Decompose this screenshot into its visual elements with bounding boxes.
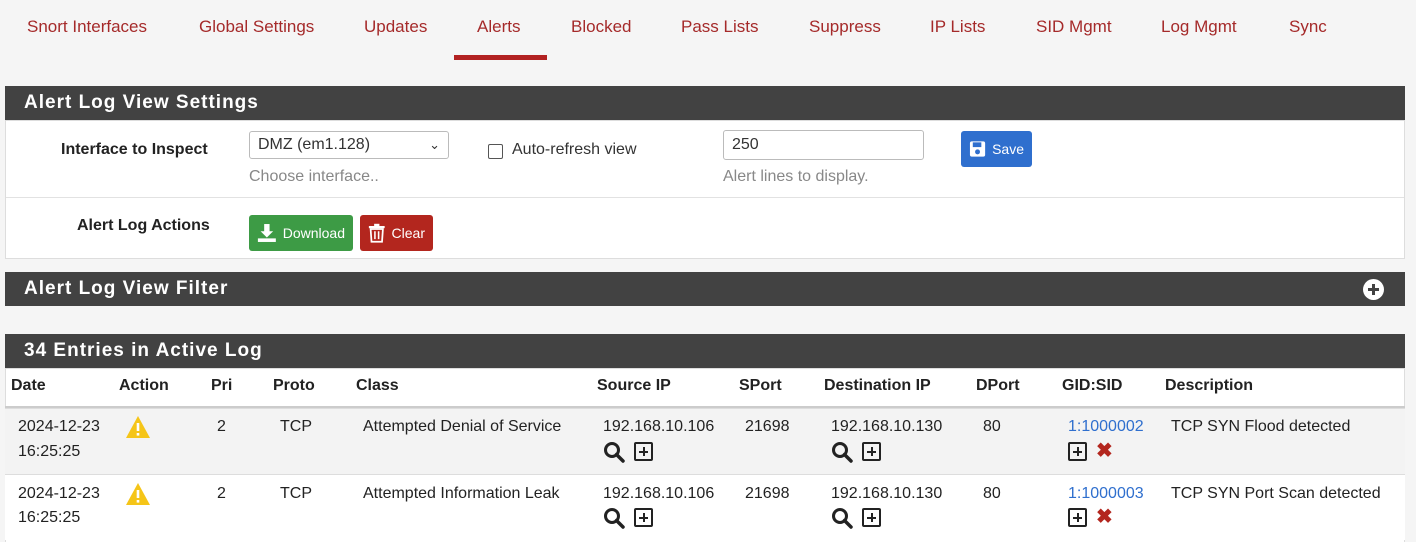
col-proto[interactable]: Proto bbox=[273, 377, 315, 395]
box-plus-icon[interactable] bbox=[1068, 442, 1087, 461]
tab-pass-lists[interactable]: Pass Lists bbox=[681, 17, 758, 37]
actions-label: Alert Log Actions bbox=[77, 217, 210, 234]
row2-time: 16:25:25 bbox=[18, 509, 81, 526]
row1-date: 2024-12-23 bbox=[18, 418, 100, 435]
log-panel-header: 34 Entries in Active Log bbox=[5, 334, 1405, 368]
col-sport[interactable]: SPort bbox=[739, 377, 782, 395]
magnifier-icon[interactable] bbox=[603, 441, 625, 463]
row2-sport: 21698 bbox=[745, 485, 790, 502]
row2-dport: 80 bbox=[983, 485, 1001, 502]
row2-source-ip: 192.168.10.106 bbox=[603, 485, 715, 502]
download-label: Download bbox=[282, 225, 345, 241]
col-dport[interactable]: DPort bbox=[976, 377, 1020, 395]
auto-refresh-label[interactable]: Auto-refresh view bbox=[512, 141, 637, 159]
row2-destination-ip: 192.168.10.130 bbox=[831, 485, 943, 502]
tab-sid-mgmt[interactable]: SID Mgmt bbox=[1036, 17, 1112, 37]
row1-sport: 21698 bbox=[745, 418, 790, 435]
tab-bar: Snort Interfaces Global Settings Updates… bbox=[0, 0, 1416, 62]
interface-select-value: DMZ (em1.128) bbox=[258, 136, 371, 153]
row1-gid-sid-link[interactable]: 1:1000002 bbox=[1068, 418, 1144, 436]
chevron-down-icon: ⌄ bbox=[429, 137, 440, 152]
row2-pri: 2 bbox=[217, 485, 226, 502]
row2-gid-sid-link[interactable]: 1:1000003 bbox=[1068, 485, 1144, 503]
row1-destination-ip: 192.168.10.130 bbox=[831, 418, 943, 435]
tab-log-mgmt[interactable]: Log Mgmt bbox=[1161, 17, 1237, 37]
auto-refresh-checkbox[interactable] bbox=[488, 144, 503, 159]
warning-icon bbox=[126, 483, 150, 505]
row1-class: Attempted Denial of Service bbox=[363, 418, 562, 435]
divider bbox=[6, 197, 1404, 198]
x-icon[interactable]: ✖ bbox=[1096, 441, 1113, 461]
magnifier-icon[interactable] bbox=[831, 441, 853, 463]
active-tab-indicator bbox=[454, 55, 547, 60]
box-plus-icon[interactable] bbox=[862, 442, 881, 461]
tab-suppress[interactable]: Suppress bbox=[809, 17, 881, 37]
tab-ip-lists[interactable]: IP Lists bbox=[930, 17, 985, 37]
row2-proto: TCP bbox=[280, 485, 312, 502]
x-icon[interactable]: ✖ bbox=[1096, 507, 1113, 527]
table-row bbox=[5, 474, 1405, 540]
col-date[interactable]: Date bbox=[11, 377, 46, 395]
save-button[interactable]: Save bbox=[961, 131, 1032, 167]
plus-circle-icon[interactable] bbox=[1363, 279, 1384, 300]
filter-panel-header[interactable]: Alert Log View Filter bbox=[5, 272, 1405, 306]
alert-lines-input[interactable]: 250 bbox=[723, 130, 924, 160]
floppy-disk-icon bbox=[969, 141, 986, 157]
tab-sync[interactable]: Sync bbox=[1289, 17, 1327, 37]
download-button[interactable]: Download bbox=[249, 215, 353, 251]
col-action[interactable]: Action bbox=[119, 377, 169, 395]
row2-description: TCP SYN Port Scan detected bbox=[1171, 485, 1381, 502]
magnifier-icon[interactable] bbox=[831, 507, 853, 529]
box-plus-icon[interactable] bbox=[862, 508, 881, 527]
box-plus-icon[interactable] bbox=[634, 442, 653, 461]
row1-pri: 2 bbox=[217, 418, 226, 435]
row1-description: TCP SYN Flood detected bbox=[1171, 418, 1351, 435]
interface-help: Choose interface.. bbox=[249, 168, 379, 185]
tab-snort-interfaces[interactable]: Snort Interfaces bbox=[27, 17, 147, 37]
filter-panel-title: Alert Log View Filter bbox=[24, 278, 229, 299]
save-label: Save bbox=[992, 141, 1024, 157]
row1-time: 16:25:25 bbox=[18, 443, 81, 460]
row2-class: Attempted Information Leak bbox=[363, 485, 560, 502]
row1-source-ip: 192.168.10.106 bbox=[603, 418, 715, 435]
col-source-ip[interactable]: Source IP bbox=[597, 377, 671, 395]
trash-icon bbox=[368, 223, 385, 243]
tab-updates[interactable]: Updates bbox=[364, 17, 427, 37]
row1-dport: 80 bbox=[983, 418, 1001, 435]
col-destination-ip[interactable]: Destination IP bbox=[824, 377, 931, 395]
box-plus-icon[interactable] bbox=[1068, 508, 1087, 527]
col-gid-sid[interactable]: GID:SID bbox=[1062, 377, 1122, 395]
download-icon bbox=[257, 224, 276, 242]
tab-alerts[interactable]: Alerts bbox=[477, 17, 520, 37]
magnifier-icon[interactable] bbox=[603, 507, 625, 529]
alert-lines-help: Alert lines to display. bbox=[723, 168, 869, 185]
warning-icon bbox=[126, 416, 150, 438]
log-panel-title: 34 Entries in Active Log bbox=[24, 340, 263, 361]
row1-proto: TCP bbox=[280, 418, 312, 435]
tab-global-settings[interactable]: Global Settings bbox=[199, 17, 314, 37]
tab-blocked[interactable]: Blocked bbox=[571, 17, 631, 37]
col-class[interactable]: Class bbox=[356, 377, 399, 395]
box-plus-icon[interactable] bbox=[634, 508, 653, 527]
alert-lines-value: 250 bbox=[732, 136, 759, 153]
col-pri[interactable]: Pri bbox=[211, 377, 232, 395]
clear-button[interactable]: Clear bbox=[360, 215, 433, 251]
interface-label: Interface to Inspect bbox=[61, 141, 208, 158]
settings-panel-title: Alert Log View Settings bbox=[24, 92, 259, 113]
settings-panel-header: Alert Log View Settings bbox=[5, 86, 1405, 120]
col-description[interactable]: Description bbox=[1165, 377, 1253, 395]
clear-label: Clear bbox=[391, 225, 425, 241]
row2-date: 2024-12-23 bbox=[18, 485, 100, 502]
interface-select[interactable]: DMZ (em1.128) ⌄ bbox=[249, 131, 449, 159]
settings-panel-body bbox=[5, 120, 1405, 259]
